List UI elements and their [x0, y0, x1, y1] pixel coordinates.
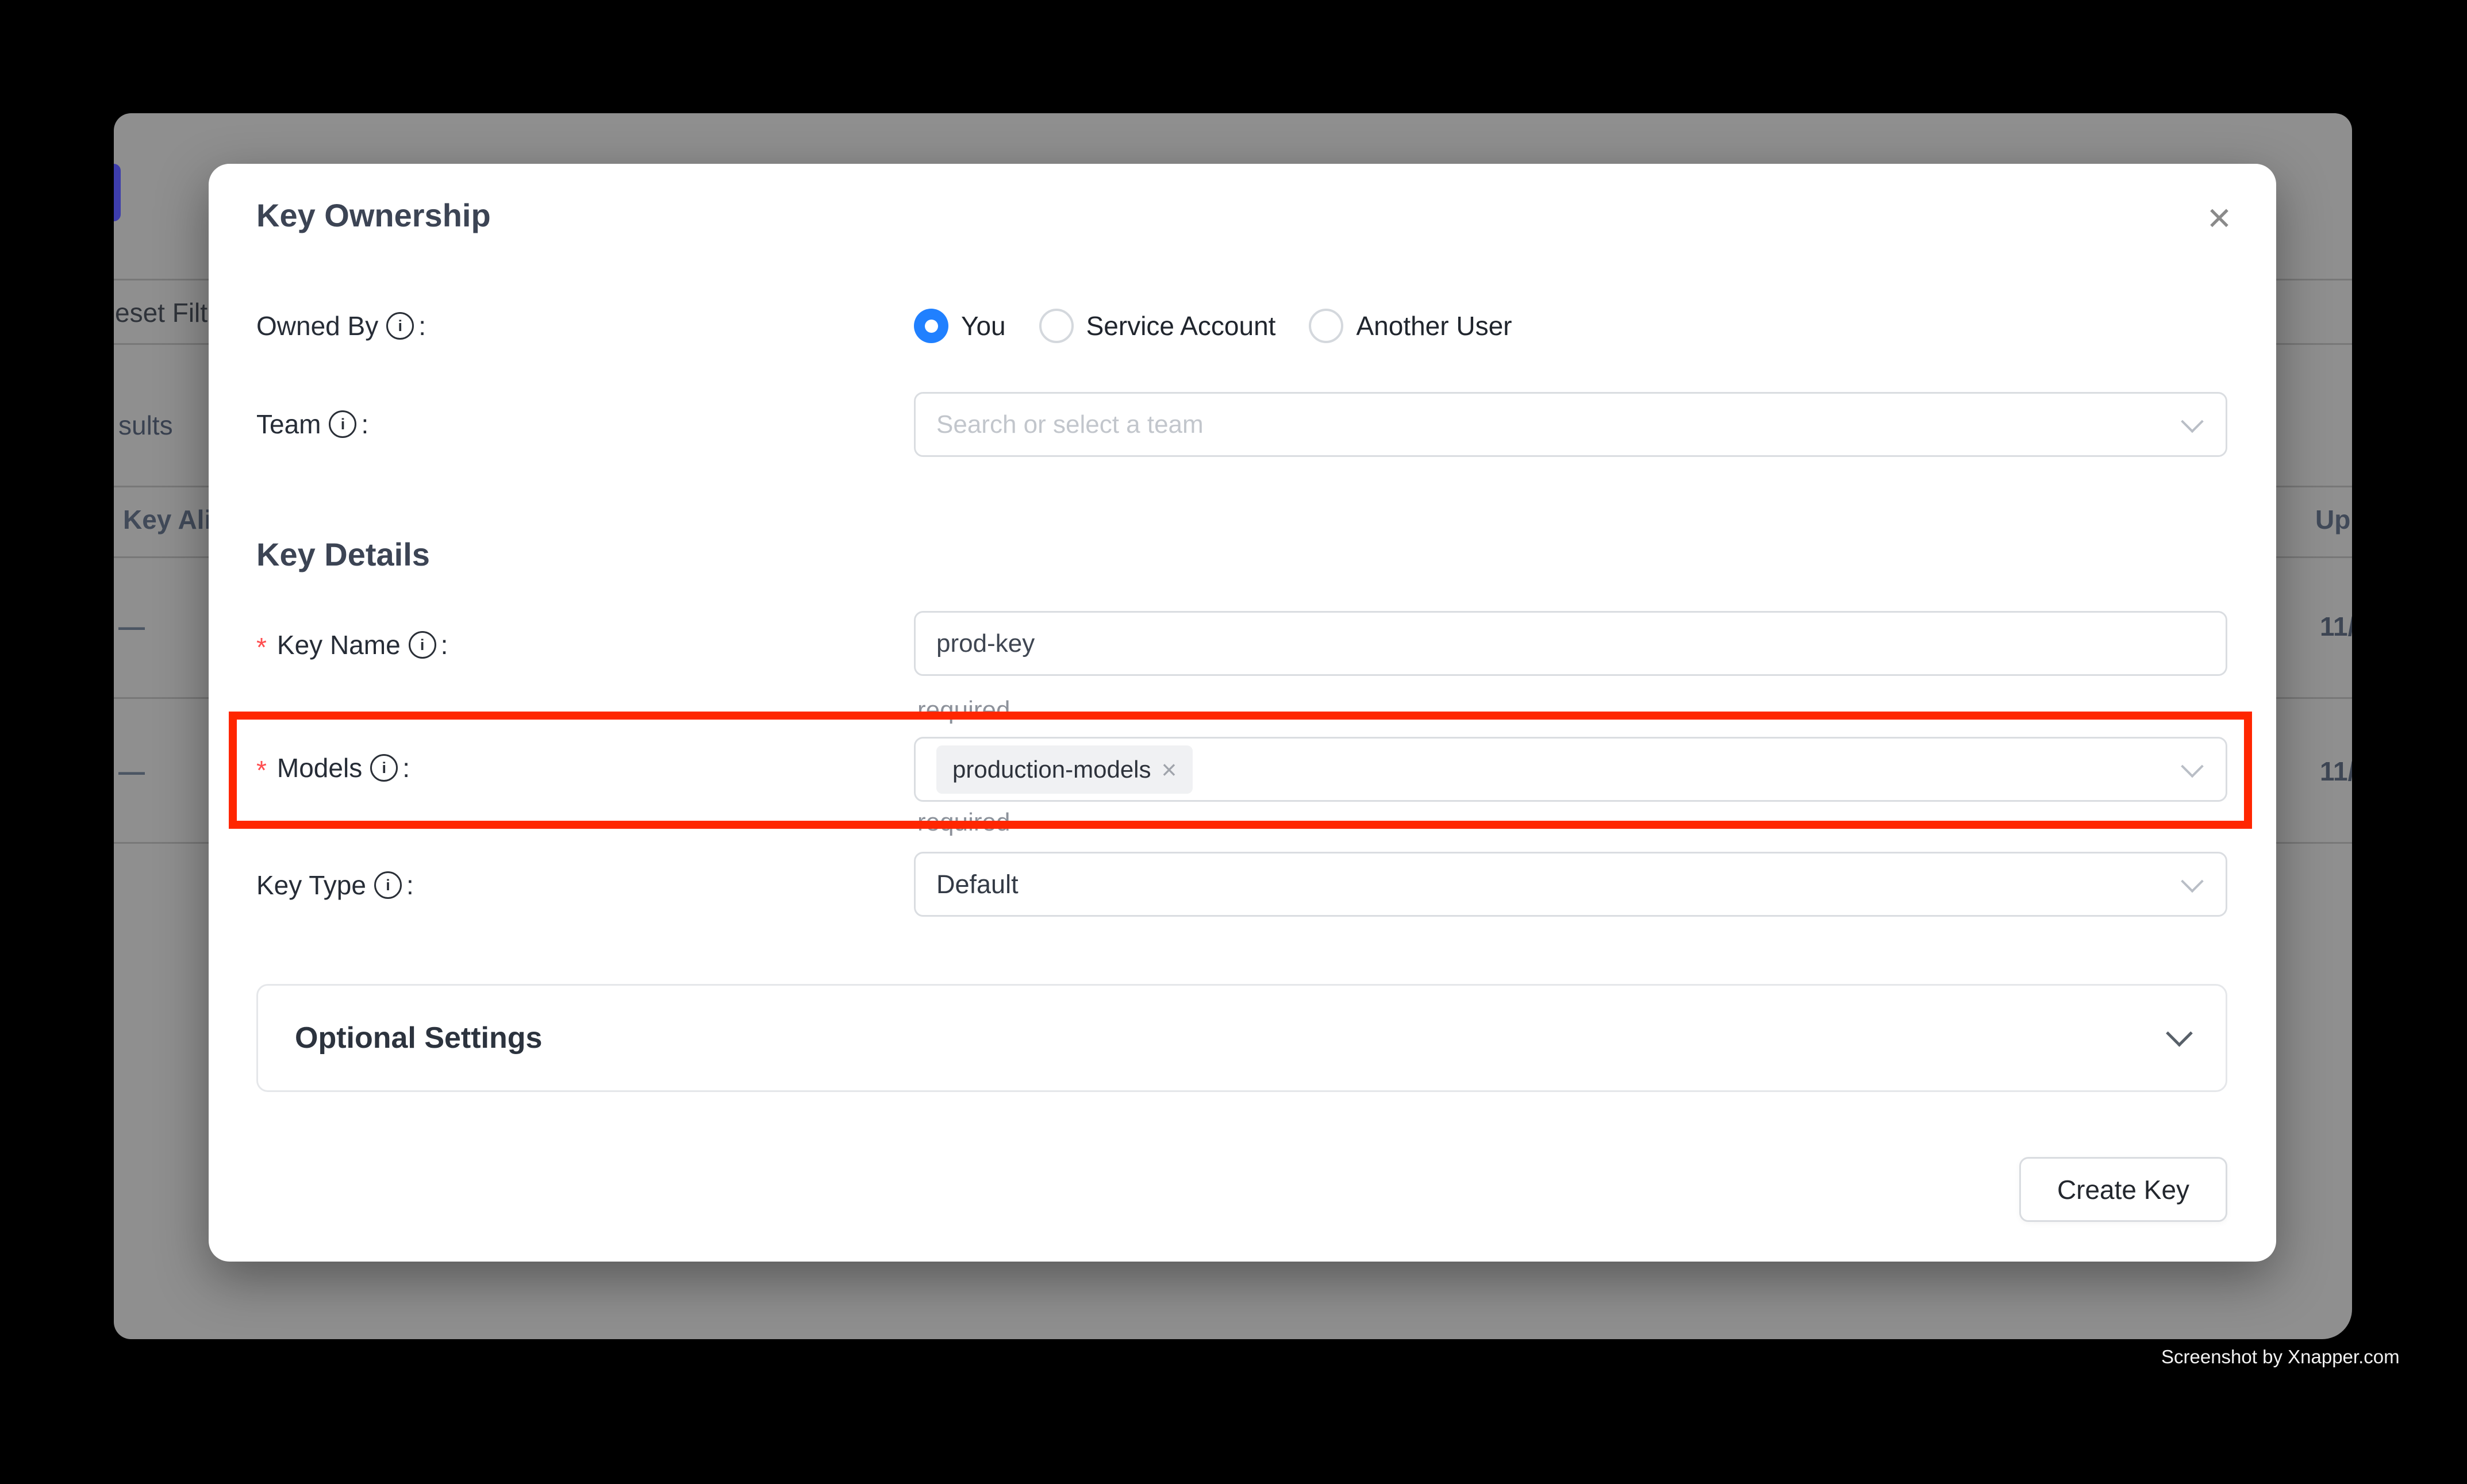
key-details-heading: Key Details [256, 536, 430, 573]
owned-by-radio-group: You Service Account Another User [914, 309, 1512, 343]
model-tag-text: production-models [952, 756, 1151, 783]
create-key-button[interactable]: Create Key [2019, 1157, 2227, 1222]
radio-option-you[interactable]: You [914, 309, 1006, 343]
label-colon: : [406, 869, 414, 901]
required-asterisk: * [256, 631, 267, 663]
key-name-label: * Key Name i : [256, 629, 448, 661]
screenshot-canvas: eset Filt sults Key Alia Up — 11/ — 11/ … [0, 0, 2467, 1484]
radio-label: Another User [1356, 310, 1512, 342]
info-icon[interactable]: i [409, 631, 436, 659]
owned-by-label-text: Owned By [256, 310, 378, 342]
key-name-input[interactable]: prod-key [914, 611, 2227, 676]
owned-by-label: Owned By i : [256, 310, 426, 342]
modal-title: Key Ownership [256, 197, 491, 234]
table-row-date-partial: 11/ [2320, 756, 2352, 787]
create-key-modal: ✕ Key Ownership Owned By i : You Service… [209, 164, 2276, 1262]
radio-label: You [961, 310, 1006, 342]
key-type-label: Key Type i : [256, 869, 414, 901]
optional-settings-title: Optional Settings [295, 1021, 542, 1055]
chevron-down-icon [2181, 870, 2204, 893]
clipped-indigo-button [114, 164, 121, 221]
close-icon[interactable]: ✕ [2199, 198, 2239, 239]
chevron-down-icon [2181, 755, 2204, 778]
team-select[interactable]: Search or select a team [914, 392, 2227, 457]
label-colon: : [402, 752, 410, 784]
label-colon: : [418, 310, 426, 342]
models-label-text: Models [277, 752, 362, 784]
team-label: Team i : [256, 408, 368, 440]
info-icon[interactable]: i [329, 410, 356, 438]
tag-remove-icon[interactable]: × [1162, 756, 1177, 783]
results-count-partial: sults [118, 410, 173, 441]
selected-model-tag: production-models × [936, 745, 1193, 794]
info-icon[interactable]: i [370, 754, 398, 782]
team-label-text: Team [256, 408, 321, 440]
watermark-text: Screenshot by Xnapper.com [2161, 1346, 2400, 1368]
models-select[interactable]: production-models × [914, 737, 2227, 802]
chevron-down-icon [2181, 410, 2204, 433]
updated-column-header-partial: Up [2315, 504, 2350, 535]
key-name-value: prod-key [936, 629, 1035, 658]
required-asterisk: * [256, 754, 267, 786]
radio-option-another-user[interactable]: Another User [1309, 309, 1512, 343]
reset-filters-button-partial: eset Filt [115, 297, 207, 328]
table-row-alias-dash: — [118, 611, 145, 642]
radio-unselected-icon[interactable] [1309, 309, 1343, 343]
key-name-label-text: Key Name [277, 629, 401, 661]
optional-settings-panel[interactable]: Optional Settings [256, 984, 2227, 1092]
key-type-select[interactable]: Default [914, 852, 2227, 917]
radio-label: Service Account [1086, 310, 1276, 342]
models-required-hint: required [917, 808, 1010, 837]
key-name-required-hint: required [917, 695, 1010, 725]
key-type-label-text: Key Type [256, 869, 366, 901]
label-colon: : [361, 408, 368, 440]
key-type-value: Default [936, 870, 1019, 899]
label-colon: : [441, 629, 448, 661]
info-icon[interactable]: i [386, 312, 414, 340]
chevron-down-icon [2166, 1020, 2193, 1047]
radio-option-service-account[interactable]: Service Account [1039, 309, 1276, 343]
radio-unselected-icon[interactable] [1039, 309, 1074, 343]
table-row-alias-dash: — [118, 756, 145, 787]
team-select-placeholder: Search or select a team [936, 410, 1204, 439]
radio-selected-icon[interactable] [914, 309, 948, 343]
models-label: * Models i : [256, 752, 410, 784]
info-icon[interactable]: i [374, 871, 402, 899]
table-row-date-partial: 11/ [2320, 611, 2352, 642]
